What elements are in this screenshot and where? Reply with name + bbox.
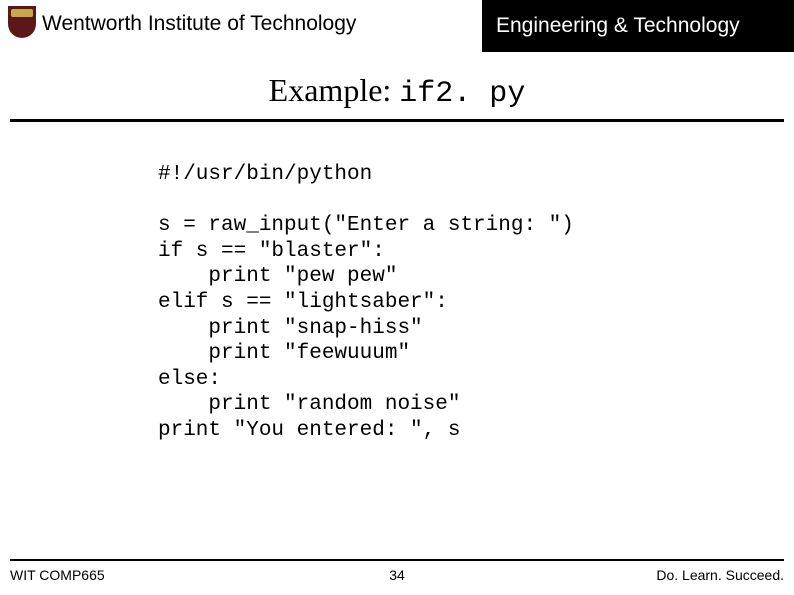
title-filename: if2. py — [399, 77, 525, 111]
slide-footer: WIT COMP665 34 Do. Learn. Succeed. — [10, 559, 784, 583]
title-prefix: Example: — [269, 72, 400, 108]
page-number: 34 — [389, 567, 405, 583]
department-name: Engineering & Technology — [482, 0, 794, 52]
slide-title: Example: if2. py — [10, 72, 784, 122]
course-code: WIT COMP665 — [10, 567, 105, 583]
institution-logo-icon — [8, 6, 36, 38]
slide-header: Wentworth Institute of Technology Engine… — [0, 0, 794, 38]
institution-motto: Do. Learn. Succeed. — [656, 567, 784, 583]
code-shebang: #!/usr/bin/python — [158, 163, 372, 186]
institution-name: Wentworth Institute of Technology — [42, 6, 356, 36]
code-body: s = raw_input("Enter a string: ") if s =… — [158, 214, 574, 442]
code-example: #!/usr/bin/python s = raw_input("Enter a… — [158, 162, 794, 444]
